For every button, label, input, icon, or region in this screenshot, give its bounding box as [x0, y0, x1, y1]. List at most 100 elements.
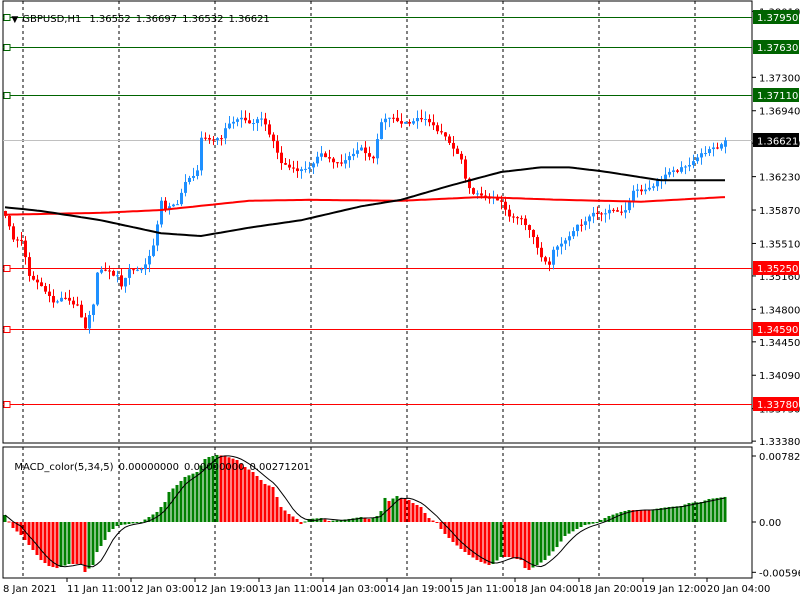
macd-histogram-bar-down — [487, 522, 491, 566]
bearish-candle — [456, 148, 459, 154]
bearish-candle — [620, 211, 623, 213]
macd-histogram-bar-down — [7, 521, 11, 523]
bearish-candle — [580, 224, 583, 226]
price-chart[interactable]: 1.380101.373001.369401.365901.362301.358… — [0, 0, 800, 600]
macd-histogram-bar-down — [295, 518, 299, 522]
macd-histogram-bar-down — [255, 475, 259, 522]
bullish-candle — [116, 275, 119, 277]
bearish-candle — [600, 213, 603, 215]
bullish-candle — [380, 122, 383, 140]
bearish-candle — [112, 270, 115, 276]
macd-histogram-bar-up — [87, 522, 91, 569]
macd-histogram-bar-up — [695, 502, 699, 522]
macd-histogram-bar-up — [115, 522, 119, 526]
bullish-candle — [160, 200, 163, 225]
macd-histogram-bar-down — [419, 506, 423, 522]
bullish-candle — [556, 246, 559, 250]
bearish-candle — [64, 297, 67, 299]
bearish-candle — [408, 122, 411, 124]
level-handle-icon[interactable] — [3, 44, 11, 51]
macd-histogram-bar-down — [411, 503, 415, 522]
bearish-candle — [540, 247, 543, 258]
level-handle-icon[interactable] — [3, 401, 11, 408]
bullish-candle — [688, 165, 691, 167]
bullish-candle — [724, 140, 727, 147]
bullish-candle — [200, 137, 203, 171]
macd-histogram-bar-up — [99, 522, 103, 546]
bullish-candle — [568, 236, 571, 241]
macd-histogram-bar-down — [243, 467, 247, 522]
bearish-candle — [40, 282, 43, 287]
bullish-candle — [604, 213, 607, 215]
macd-histogram-bar-up — [127, 522, 131, 525]
macd-histogram-bar-up — [583, 522, 587, 526]
price-axis-label: 1.33380 — [759, 437, 800, 448]
bullish-candle — [96, 272, 99, 305]
macd-histogram-bar-up — [715, 497, 719, 522]
bullish-candle — [404, 122, 407, 124]
bullish-candle — [88, 315, 91, 329]
time-axis-label: 20 Jan 04:00 — [707, 584, 770, 595]
macd-value-2: 0.00000000 — [184, 462, 245, 473]
bearish-candle — [396, 117, 399, 122]
macd-histogram-bar-down — [643, 510, 647, 522]
collapse-triangle-icon[interactable]: ▼ — [11, 15, 18, 25]
macd-histogram-bar-up — [491, 522, 495, 564]
bullish-candle — [376, 139, 379, 159]
bearish-candle — [120, 275, 123, 287]
macd-histogram-bar-down — [75, 522, 79, 564]
bearish-candle — [52, 296, 55, 303]
level-handle-icon[interactable] — [3, 265, 11, 272]
macd-histogram-bar-down — [283, 510, 287, 522]
macd-histogram-bar-up — [595, 522, 599, 524]
macd-histogram-bar-up — [563, 522, 567, 536]
bullish-candle — [672, 170, 675, 172]
bullish-candle — [720, 144, 723, 149]
bearish-candle — [532, 229, 535, 238]
macd-histogram-bar-up — [707, 498, 711, 522]
bullish-candle — [308, 167, 311, 169]
bearish-candle — [640, 189, 643, 192]
macd-histogram-bar-up — [655, 508, 659, 522]
macd-axis-label: 0.00 — [759, 518, 781, 529]
macd-histogram-bar-up — [179, 480, 183, 522]
bearish-candle — [440, 131, 443, 133]
macd-histogram-bar-up — [303, 521, 307, 523]
bullish-candle — [644, 189, 647, 192]
level-handle-icon[interactable] — [3, 326, 11, 333]
macd-histogram-bar-down — [11, 522, 15, 528]
macd-histogram-bar-up — [535, 522, 539, 566]
macd-histogram-bar-up — [175, 484, 179, 522]
bearish-candle — [36, 279, 39, 283]
macd-histogram-bar-up — [547, 522, 551, 556]
macd-histogram-bar-down — [511, 522, 515, 559]
macd-histogram-bar-up — [667, 506, 671, 522]
macd-value-3: 0.00271201 — [249, 462, 310, 473]
macd-histogram-bar-up — [111, 522, 115, 529]
macd-axis-label: 0.0078274 — [759, 452, 800, 463]
time-axis-label: 18 Jan 04:00 — [515, 584, 578, 595]
macd-histogram-bar-up — [67, 522, 71, 564]
close-value: 1.36621 — [228, 14, 270, 25]
macd-histogram-bar-down — [291, 516, 295, 522]
bullish-candle — [344, 160, 347, 164]
macd-histogram-bar-down — [439, 522, 443, 529]
bearish-candle — [288, 164, 291, 168]
bullish-candle — [384, 118, 387, 123]
level-handle-icon[interactable] — [3, 92, 11, 99]
macd-histogram-bar-down — [363, 517, 367, 522]
bearish-candle — [432, 122, 435, 126]
price-axis-label: 1.35510 — [759, 239, 800, 250]
macd-value-1: 0.00000000 — [118, 462, 180, 473]
macd-histogram-bar-down — [459, 522, 463, 549]
bullish-candle — [648, 187, 651, 190]
bullish-candle — [236, 119, 239, 122]
bearish-candle — [32, 275, 35, 280]
bullish-candle — [256, 119, 259, 124]
macd-histogram-bar-up — [679, 505, 683, 522]
bearish-candle — [24, 240, 27, 258]
macd-histogram-bar-up — [551, 522, 555, 552]
bullish-candle — [652, 186, 655, 188]
price-level-label: 1.37110 — [757, 91, 798, 102]
bearish-candle — [28, 257, 31, 276]
